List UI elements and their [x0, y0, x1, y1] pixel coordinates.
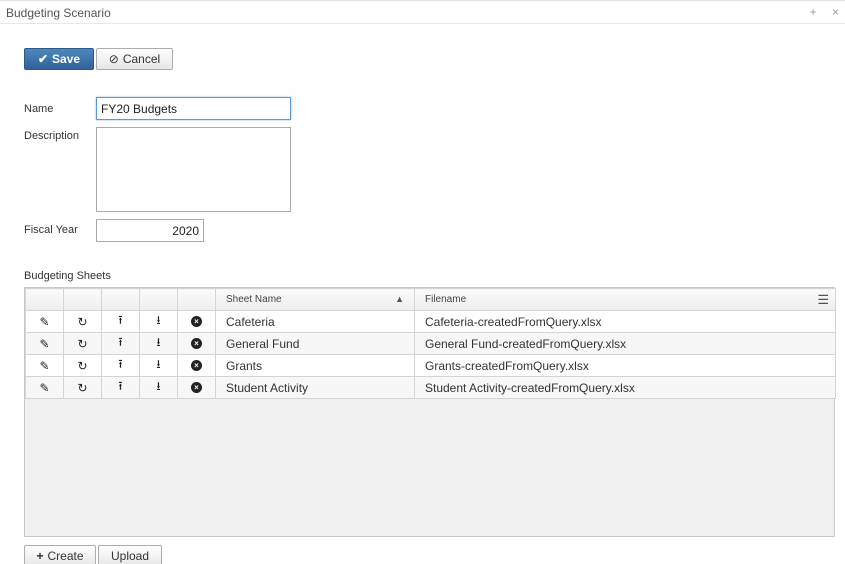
description-label: Description: [24, 130, 80, 142]
header-edit-col: [25, 288, 64, 311]
edit-icon[interactable]: ✎: [27, 356, 63, 376]
upload-label: Upload: [110, 549, 150, 563]
remove-icon[interactable]: ×: [179, 334, 215, 354]
download-cell[interactable]: ⭳: [139, 310, 178, 333]
download-icon[interactable]: ⭳: [141, 378, 177, 398]
refresh-cell[interactable]: ↻: [63, 376, 102, 399]
save-button[interactable]: ✔ Save: [24, 48, 94, 70]
header-row: Sheet Name ▲ Filename ☰: [25, 288, 836, 311]
header-remove-col: [177, 288, 216, 311]
upload-cell[interactable]: ⭱: [101, 310, 140, 333]
edit-cell[interactable]: ✎: [25, 376, 64, 399]
upload-icon[interactable]: ⭱: [103, 312, 139, 332]
remove-cell[interactable]: ×: [177, 354, 216, 377]
download-icon[interactable]: ⭳: [141, 312, 177, 332]
edit-cell[interactable]: ✎: [25, 354, 64, 377]
filename-cell: Grants-createdFromQuery.xlsx: [414, 354, 836, 377]
edit-cell[interactable]: ✎: [25, 310, 64, 333]
remove-icon[interactable]: ×: [179, 378, 215, 398]
cancel-icon: ⊘: [108, 52, 119, 66]
filename-cell: Student Activity-createdFromQuery.xlsx: [414, 376, 836, 399]
edit-icon[interactable]: ✎: [27, 312, 63, 332]
remove-icon[interactable]: ×: [179, 356, 215, 376]
budgeting-sheets-title: Budgeting Sheets: [24, 270, 111, 282]
sheet-name-cell: Student Activity: [215, 376, 415, 399]
refresh-cell[interactable]: ↻: [63, 332, 102, 355]
remove-icon[interactable]: ×: [179, 312, 215, 332]
table-row[interactable]: ✎ ↻ ⭱ ⭳ × Grants Grants-createdFromQuery.xlsx: [25, 354, 836, 377]
upload-icon[interactable]: ⭱: [103, 334, 139, 354]
cancel-label: Cancel: [122, 52, 161, 66]
edit-cell[interactable]: ✎: [25, 332, 64, 355]
panel-title: Budgeting Scenario: [6, 6, 111, 20]
edit-icon[interactable]: ✎: [27, 334, 63, 354]
checkmark-icon: ✔: [37, 52, 49, 66]
download-cell[interactable]: ⭳: [139, 332, 178, 355]
upload-icon[interactable]: ⭱: [103, 378, 139, 398]
panel-tools[interactable]: + ×: [810, 5, 845, 19]
upload-icon[interactable]: ⭱: [103, 356, 139, 376]
refresh-cell[interactable]: ↻: [63, 354, 102, 377]
table-row[interactable]: ✎ ↻ ⭱ ⭳ × Cafeteria Cafeteria-createdFromQuery…: [25, 310, 836, 333]
upload-cell[interactable]: ⭱: [101, 354, 140, 377]
sheet-name-cell: Grants: [215, 354, 415, 377]
upload-cell[interactable]: ⭱: [101, 332, 140, 355]
remove-cell[interactable]: ×: [177, 310, 216, 333]
upload-button[interactable]: Upload: [98, 545, 162, 564]
header-refresh-col: [63, 288, 102, 311]
refresh-icon[interactable]: ↻: [65, 334, 101, 354]
panel-header: Budgeting Scenario + ×: [0, 0, 845, 24]
download-icon[interactable]: ⭳: [141, 356, 177, 376]
refresh-icon[interactable]: ↻: [65, 356, 101, 376]
refresh-icon[interactable]: ↻: [65, 378, 101, 398]
sheet-name-header-label: Sheet Name: [226, 294, 282, 305]
plus-icon: +: [36, 549, 44, 563]
header-upload-col: [101, 288, 140, 311]
column-menu-icon[interactable]: ☰: [817, 292, 829, 308]
remove-cell[interactable]: ×: [177, 332, 216, 355]
remove-cell[interactable]: ×: [177, 376, 216, 399]
download-icon[interactable]: ⭳: [141, 334, 177, 354]
upload-cell[interactable]: ⭱: [101, 376, 140, 399]
description-textarea[interactable]: [96, 127, 291, 212]
header-download-col: [139, 288, 178, 311]
sort-ascending-icon: ▲: [395, 294, 404, 304]
budgeting-sheets-grid: Sheet Name ▲ Filename ☰ ✎ ↻ ⭱ ⭳ × Cafeteria Ca…: [24, 287, 836, 537]
filename-header-label: Filename: [425, 294, 467, 305]
filename-cell: General Fund-createdFromQuery.xlsx: [414, 332, 836, 355]
header-filename[interactable]: Filename ☰: [414, 288, 836, 311]
edit-icon[interactable]: ✎: [27, 378, 63, 398]
table-row[interactable]: ✎ ↻ ⭱ ⭳ × General Fund General Fund-createdFro…: [25, 332, 836, 355]
refresh-cell[interactable]: ↻: [63, 310, 102, 333]
refresh-icon[interactable]: ↻: [65, 312, 101, 332]
download-cell[interactable]: ⭳: [139, 354, 178, 377]
sheet-name-cell: General Fund: [215, 332, 415, 355]
fiscal-year-input[interactable]: [96, 219, 204, 242]
save-label: Save: [52, 52, 81, 66]
sheets-table: Sheet Name ▲ Filename ☰ ✎ ↻ ⭱ ⭳ × Cafeteria Ca…: [25, 288, 836, 399]
name-label: Name: [24, 103, 54, 115]
create-label: Create: [47, 549, 84, 563]
table-row[interactable]: ✎ ↻ ⭱ ⭳ × Student Activity Student Activity-cr…: [25, 376, 836, 399]
sheet-name-cell: Cafeteria: [215, 310, 415, 333]
download-cell[interactable]: ⭳: [139, 376, 178, 399]
fiscal-year-label: Fiscal Year: [24, 224, 78, 236]
name-input[interactable]: [96, 97, 291, 120]
create-button[interactable]: + Create: [24, 545, 96, 564]
filename-cell: Cafeteria-createdFromQuery.xlsx: [414, 310, 836, 333]
cancel-button[interactable]: ⊘ Cancel: [96, 48, 173, 70]
header-sheet-name[interactable]: Sheet Name ▲: [215, 288, 415, 311]
